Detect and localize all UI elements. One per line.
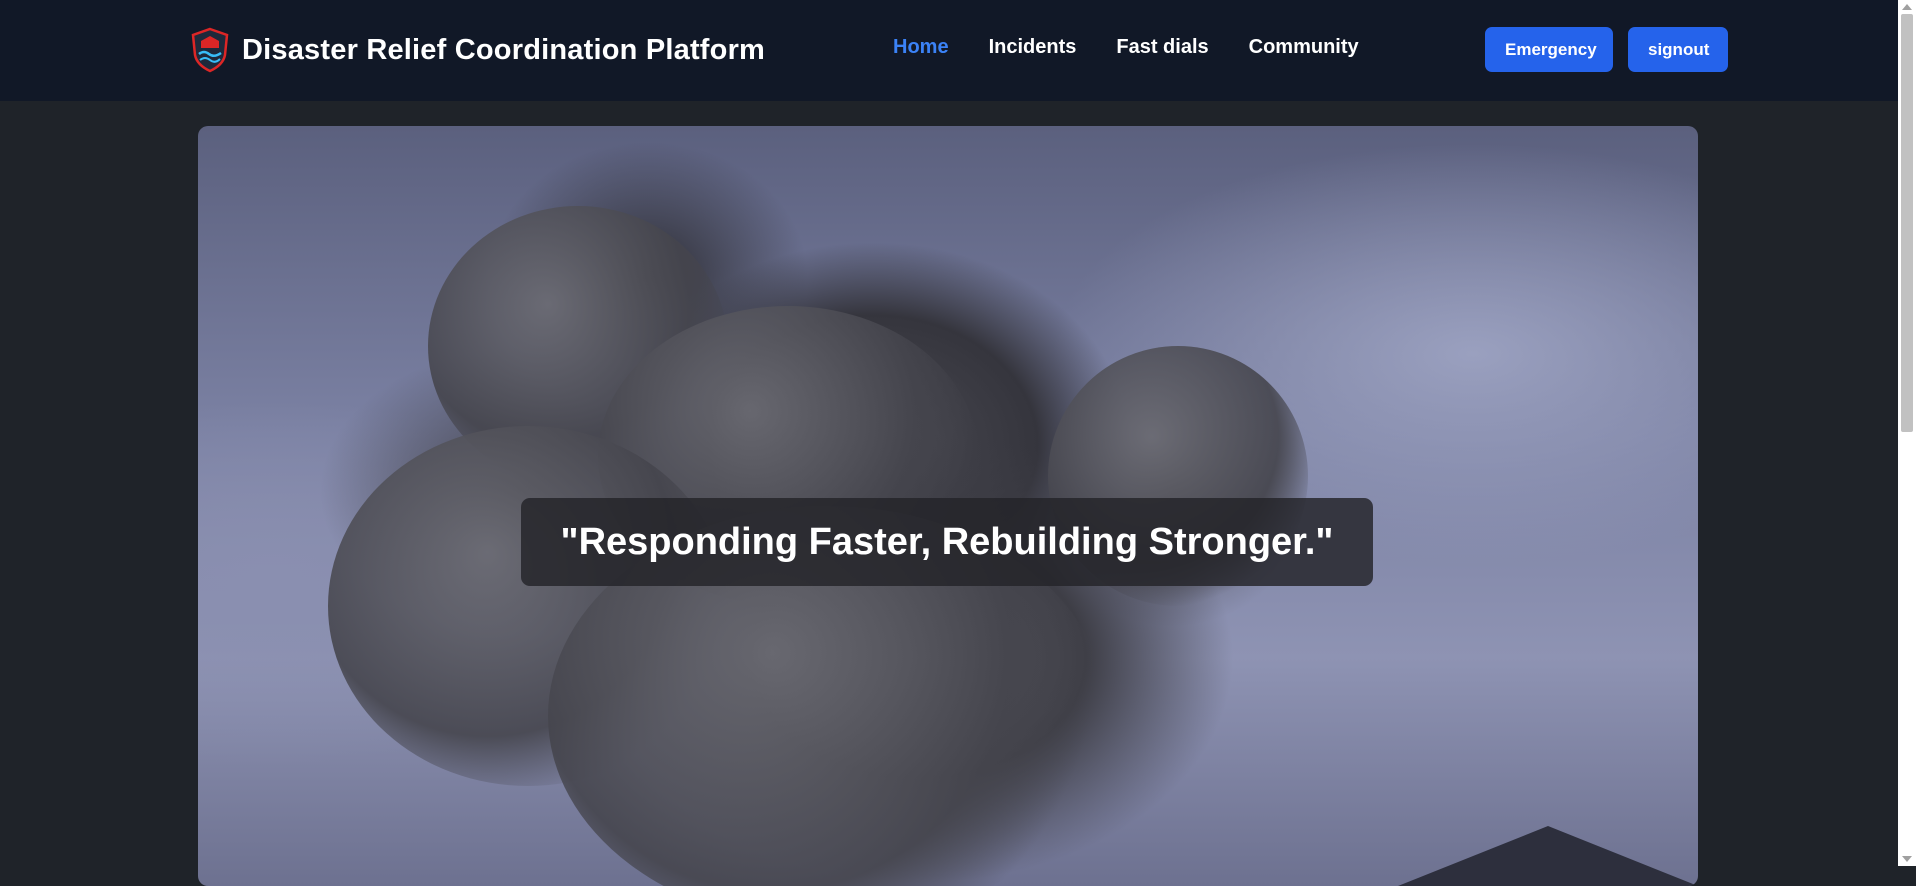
main-nav: Home Incidents Fast dials Community: [893, 36, 1399, 59]
signout-button[interactable]: signout: [1628, 27, 1728, 72]
scroll-up-icon[interactable]: [1902, 4, 1912, 10]
nav-link-fast-dials[interactable]: Fast dials: [1116, 36, 1208, 59]
hero-quote: "Responding Faster, Rebuilding Stronger.…: [560, 520, 1334, 563]
top-navbar: Disaster Relief Coordination Platform Ho…: [0, 0, 1898, 101]
mountain-silhouette: [1398, 826, 1698, 886]
emergency-button[interactable]: Emergency: [1485, 27, 1613, 72]
nav-link-community[interactable]: Community: [1249, 36, 1359, 59]
page-scrollbar[interactable]: [1898, 0, 1916, 866]
shield-wave-icon: [191, 27, 229, 73]
scrollbar-thumb[interactable]: [1901, 14, 1913, 432]
hero-banner: "Responding Faster, Rebuilding Stronger.…: [198, 126, 1698, 886]
brand[interactable]: Disaster Relief Coordination Platform: [190, 26, 765, 74]
nav-link-home[interactable]: Home: [893, 36, 949, 59]
nav-link-incidents[interactable]: Incidents: [989, 36, 1077, 59]
scroll-down-icon[interactable]: [1902, 856, 1912, 862]
hero-quote-box: "Responding Faster, Rebuilding Stronger.…: [521, 498, 1373, 586]
brand-title: Disaster Relief Coordination Platform: [242, 33, 766, 66]
